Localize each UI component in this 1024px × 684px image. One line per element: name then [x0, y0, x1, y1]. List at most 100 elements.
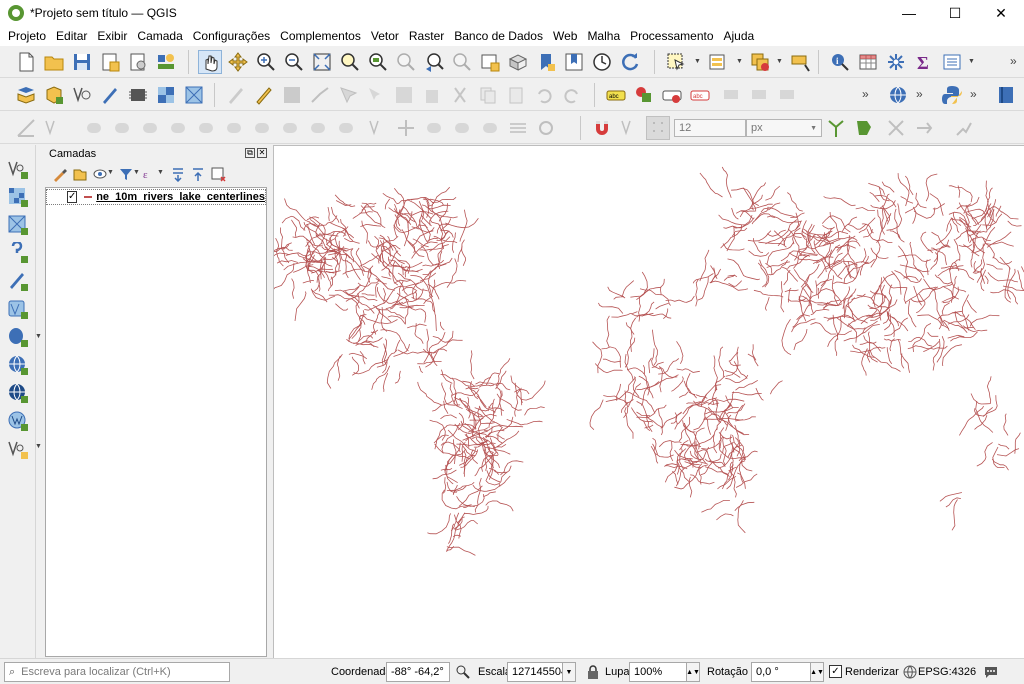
zoom-next-icon[interactable]	[450, 50, 474, 74]
toggle-editing-icon[interactable]	[252, 83, 276, 107]
add-virtual-layer-icon[interactable]	[6, 437, 30, 461]
menu-camada[interactable]: Camada	[132, 29, 187, 43]
lock-scale-icon[interactable]	[585, 664, 601, 680]
new-print-layout-icon[interactable]	[98, 50, 122, 74]
merge-features-icon[interactable]	[394, 116, 418, 140]
zoom-to-layer-icon[interactable]	[366, 50, 390, 74]
scale-dropdown-button[interactable]: ▼	[562, 662, 576, 682]
chevron-down-icon[interactable]: ▼	[133, 169, 140, 176]
add-group-icon[interactable]	[71, 165, 89, 183]
new-map-view-icon[interactable]	[478, 50, 502, 74]
delete-part-icon[interactable]	[306, 116, 330, 140]
open-layer-styling-icon[interactable]	[51, 165, 69, 183]
snap-unit-select[interactable]: px ▼	[746, 119, 822, 137]
add-spatialite-icon[interactable]	[6, 297, 30, 321]
add-wcs-layer-icon[interactable]	[6, 409, 30, 433]
snapping-type-icon[interactable]	[646, 116, 670, 140]
simplify-icon[interactable]	[334, 116, 358, 140]
style-manager-icon[interactable]	[154, 50, 178, 74]
add-raster-icon[interactable]	[154, 83, 178, 107]
expand-all-icon[interactable]	[169, 165, 187, 183]
current-edits-icon[interactable]	[224, 83, 248, 107]
zoom-last-icon[interactable]	[422, 50, 446, 74]
new-project-icon[interactable]	[14, 50, 38, 74]
identify-features-icon[interactable]: i	[828, 50, 852, 74]
snap-intersection-icon[interactable]	[884, 116, 908, 140]
delete-ring-icon[interactable]	[278, 116, 302, 140]
refresh-icon[interactable]	[618, 50, 642, 74]
redo-icon[interactable]	[560, 83, 584, 107]
chevron-down-icon[interactable]: ▼	[107, 169, 114, 176]
new-geopackage-layer-icon[interactable]	[42, 83, 66, 107]
topological-editing-icon[interactable]	[824, 116, 848, 140]
add-wfs-layer-icon[interactable]	[6, 381, 30, 405]
panel-close-button[interactable]: ✕	[257, 148, 267, 158]
new-shapefile-layer-icon[interactable]	[70, 83, 94, 107]
chevron-down-icon[interactable]: ▼	[157, 169, 164, 176]
chevron-down-icon[interactable]: ▼	[35, 333, 42, 340]
avoid-overlap-icon[interactable]	[852, 116, 876, 140]
attribute-table-icon[interactable]	[856, 50, 880, 74]
digitize-icon[interactable]	[98, 83, 122, 107]
menu-ajuda[interactable]: Ajuda	[719, 29, 760, 43]
new-3d-map-view-icon[interactable]	[506, 50, 530, 74]
menu-raster[interactable]: Raster	[404, 29, 449, 43]
layer-row[interactable]: ✓ ne_10m_rivers_lake_centerlines	[46, 189, 266, 205]
reshape-icon[interactable]	[110, 116, 134, 140]
crs-label[interactable]: EPSG:4326	[918, 666, 976, 678]
magnifier-field[interactable]: 100%	[629, 662, 687, 682]
menu-projeto[interactable]: Projeto	[3, 29, 51, 43]
menu-malha[interactable]: Malha	[582, 29, 625, 43]
measure-icon[interactable]	[940, 50, 964, 74]
coordinate-field[interactable]: -88° -64,2°	[386, 662, 450, 682]
label-toolbar-icon[interactable]: abc	[604, 83, 628, 107]
data-source-manager-icon[interactable]	[14, 83, 38, 107]
statistics-panel-icon[interactable]	[884, 50, 908, 74]
chevron-down-icon[interactable]: ▼	[35, 443, 42, 450]
split-features-icon[interactable]	[138, 116, 162, 140]
move-feature-icon[interactable]	[392, 83, 416, 107]
close-button[interactable]: ✕	[978, 0, 1024, 26]
maximize-button[interactable]: ☐	[932, 0, 978, 26]
scale-field[interactable]: 127145504	[507, 662, 567, 682]
select-features-icon[interactable]	[664, 50, 688, 74]
menu-banco-de-dados[interactable]: Banco de Dados	[449, 29, 548, 43]
zoom-to-selection-icon[interactable]	[338, 50, 362, 74]
menu-configuracoes[interactable]: Configurações	[188, 29, 275, 43]
add-geopackage-icon[interactable]	[6, 269, 30, 293]
open-project-icon[interactable]	[42, 50, 66, 74]
save-edits-icon[interactable]	[280, 83, 304, 107]
magnifier-spin-button[interactable]: ▲▼	[686, 662, 700, 682]
render-checkbox[interactable]: ✓	[829, 665, 842, 678]
deselect-features-icon[interactable]	[748, 50, 772, 74]
map-canvas[interactable]	[273, 145, 1024, 658]
add-raster-layer-icon[interactable]	[6, 185, 30, 209]
menu-web[interactable]: Web	[548, 29, 582, 43]
vertex-tool-icon[interactable]	[336, 83, 360, 107]
add-vector-layer-icon[interactable]	[6, 157, 30, 181]
toolbar-2-overflow-c[interactable]: »	[970, 87, 977, 101]
cut-features-icon[interactable]	[448, 83, 472, 107]
offset-point-symbols-icon[interactable]	[478, 116, 502, 140]
snapping-mode-icon[interactable]	[618, 116, 642, 140]
save-project-icon[interactable]	[70, 50, 94, 74]
zoom-native-icon[interactable]	[394, 50, 418, 74]
menu-processamento[interactable]: Processamento	[625, 29, 718, 43]
undo-icon[interactable]	[532, 83, 556, 107]
toolbar-1-overflow[interactable]: »	[1010, 54, 1017, 68]
add-part-icon[interactable]	[222, 116, 246, 140]
zoom-in-icon[interactable]	[254, 50, 278, 74]
rotation-spin-button[interactable]: ▲▼	[810, 662, 824, 682]
snapping-magnet-icon[interactable]	[590, 116, 614, 140]
modify-attributes-icon[interactable]	[364, 83, 388, 107]
panel-float-button[interactable]: ⧉	[245, 148, 255, 158]
menu-exibir[interactable]: Exibir	[92, 29, 132, 43]
locator-search-input[interactable]: ⌕ Escreva para localizar (Ctrl+K)	[4, 662, 230, 682]
select-by-location-icon[interactable]	[788, 50, 812, 74]
toolbar-2-overflow-a[interactable]: »	[862, 87, 869, 101]
collapse-all-icon[interactable]	[189, 165, 207, 183]
self-snapping-icon[interactable]	[952, 116, 976, 140]
crs-globe-icon[interactable]	[902, 664, 918, 680]
reverse-line-icon[interactable]	[506, 116, 530, 140]
merge-attributes-icon[interactable]	[422, 116, 446, 140]
